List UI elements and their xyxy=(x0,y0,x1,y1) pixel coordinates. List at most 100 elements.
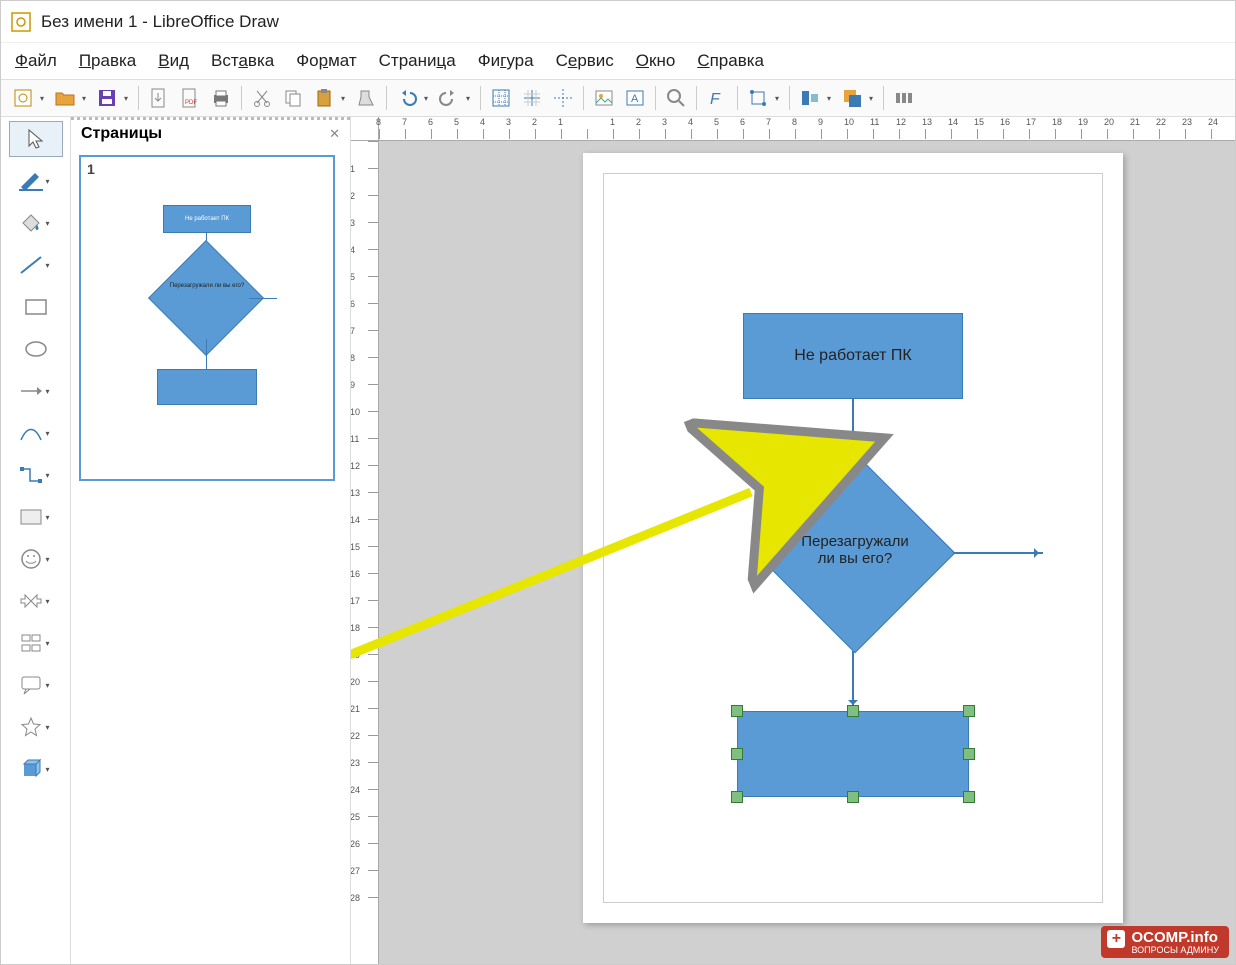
clone-format-button[interactable] xyxy=(352,84,380,112)
star-icon xyxy=(18,714,44,740)
distribute-button[interactable] xyxy=(890,84,918,112)
menu-window[interactable]: Окно xyxy=(636,51,676,71)
fill-color-tool[interactable]: ▾ xyxy=(9,205,63,241)
selection-handle[interactable] xyxy=(731,748,743,760)
flowchart-process-1[interactable]: Не работает ПК xyxy=(743,313,963,399)
transform-dropdown[interactable]: ▾ xyxy=(775,94,783,103)
insert-image-button[interactable] xyxy=(590,84,618,112)
flowchart-process-2-selected[interactable] xyxy=(737,711,969,797)
selection-handle[interactable] xyxy=(963,705,975,717)
align-button[interactable] xyxy=(796,84,824,112)
redo-button[interactable] xyxy=(435,84,463,112)
menu-edit[interactable]: Правка xyxy=(79,51,136,71)
export-pdf-button[interactable]: PDF xyxy=(176,84,204,112)
line-tool[interactable]: ▾ xyxy=(9,247,63,283)
fontwork-button[interactable]: F xyxy=(703,84,731,112)
smiley-icon xyxy=(18,546,44,572)
flowchart-decision[interactable]: Перезагружали ли вы его? xyxy=(755,453,955,653)
pages-panel-close[interactable]: ✕ xyxy=(329,126,340,142)
block-arrows-tool[interactable]: ▾ xyxy=(9,583,63,619)
open-dropdown[interactable]: ▾ xyxy=(82,94,90,103)
line-color-tool[interactable]: ▾ xyxy=(9,163,63,199)
undo-button[interactable] xyxy=(393,84,421,112)
symbol-shapes-tool[interactable]: ▾ xyxy=(9,541,63,577)
arrange-button[interactable] xyxy=(838,84,866,112)
menu-view[interactable]: Вид xyxy=(158,51,189,71)
thumb-shape-3 xyxy=(157,369,257,405)
new-dropdown[interactable]: ▾ xyxy=(40,94,48,103)
selection-handle[interactable] xyxy=(847,705,859,717)
selection-handle[interactable] xyxy=(963,791,975,803)
flowchart-tool[interactable]: ▾ xyxy=(9,625,63,661)
open-button[interactable] xyxy=(51,84,79,112)
thumb-shape-1: Не работает ПК xyxy=(163,205,251,233)
selection-handle[interactable] xyxy=(963,748,975,760)
select-tool[interactable] xyxy=(9,121,63,157)
bucket-icon xyxy=(18,210,44,236)
cube-icon xyxy=(18,756,44,782)
page-thumbnail[interactable]: 1 Не работает ПК Перезагружали ли вы его… xyxy=(79,155,335,481)
pages-panel: Страницы ✕ 1 Не работает ПК Перезагружал… xyxy=(71,117,351,964)
selection-handle[interactable] xyxy=(731,791,743,803)
transform-button[interactable] xyxy=(744,84,772,112)
basic-shapes-tool[interactable]: ▾ xyxy=(9,499,63,535)
connector-right[interactable] xyxy=(953,552,1043,554)
pages-panel-title: Страницы xyxy=(81,125,162,143)
guides-button[interactable] xyxy=(549,84,577,112)
rectangle-icon xyxy=(23,294,49,320)
save-button[interactable] xyxy=(93,84,121,112)
selection-handle[interactable] xyxy=(847,791,859,803)
menu-insert[interactable]: Вставка xyxy=(211,51,274,71)
connector-1[interactable] xyxy=(852,399,854,457)
copy-button[interactable] xyxy=(279,84,307,112)
svg-text:A: A xyxy=(631,93,639,105)
arrow-line-tool[interactable]: ▾ xyxy=(9,373,63,409)
new-button[interactable] xyxy=(9,84,37,112)
ellipse-tool[interactable] xyxy=(9,331,63,367)
print-button[interactable] xyxy=(207,84,235,112)
menu-shape[interactable]: Фигура xyxy=(478,51,534,71)
callout-tool[interactable]: ▾ xyxy=(9,667,63,703)
menu-format[interactable]: Формат xyxy=(296,51,356,71)
svg-text:PDF: PDF xyxy=(185,100,197,106)
save-dropdown[interactable]: ▾ xyxy=(124,94,132,103)
arrow-line-icon xyxy=(18,378,44,404)
canvas[interactable]: 8765432112345678910111213141516171819202… xyxy=(351,117,1235,964)
selection-handle[interactable] xyxy=(731,705,743,717)
callout-icon xyxy=(18,672,44,698)
grid-button[interactable] xyxy=(487,84,515,112)
export-button[interactable] xyxy=(145,84,173,112)
curve-tool[interactable]: ▾ xyxy=(9,415,63,451)
main-toolbar: ▾ ▾ ▾ PDF ▾ ▾ ▾ A F ▾ ▾ ▾ xyxy=(1,79,1235,117)
redo-dropdown[interactable]: ▾ xyxy=(466,94,474,103)
zoom-button[interactable] xyxy=(662,84,690,112)
menu-tools[interactable]: Сервис xyxy=(556,51,614,71)
ruler-vertical: 1234567891011121314151617181920212223242… xyxy=(351,141,379,964)
svg-text:F: F xyxy=(710,91,721,108)
connector-2[interactable] xyxy=(852,651,854,709)
titlebar: Без имени 1 - LibreOffice Draw xyxy=(1,1,1235,43)
rectangle-tool[interactable] xyxy=(9,289,63,325)
pen-icon xyxy=(18,168,44,194)
shape-text: Перезагружали ли вы его? xyxy=(755,533,955,567)
cut-button[interactable] xyxy=(248,84,276,112)
menu-help[interactable]: Справка xyxy=(697,51,764,71)
align-dropdown[interactable]: ▾ xyxy=(827,94,835,103)
connector-tool[interactable]: ▾ xyxy=(9,457,63,493)
paste-dropdown[interactable]: ▾ xyxy=(341,94,349,103)
menu-file[interactable]: Файл xyxy=(15,51,57,71)
line-icon xyxy=(18,252,44,278)
ellipse-icon xyxy=(23,336,49,362)
curve-icon xyxy=(18,420,44,446)
stars-tool[interactable]: ▾ xyxy=(9,709,63,745)
paste-button[interactable] xyxy=(310,84,338,112)
snap-grid-button[interactable] xyxy=(518,84,546,112)
menu-page[interactable]: Страница xyxy=(379,51,456,71)
3d-tool[interactable]: ▾ xyxy=(9,751,63,787)
undo-dropdown[interactable]: ▾ xyxy=(424,94,432,103)
arrange-dropdown[interactable]: ▾ xyxy=(869,94,877,103)
window-title: Без имени 1 - LibreOffice Draw xyxy=(41,12,279,32)
drawing-page[interactable]: Не работает ПК Перезагружали ли вы его? xyxy=(583,153,1123,923)
ruler-horizontal: 8765432112345678910111213141516171819202… xyxy=(379,117,1235,141)
insert-textbox-button[interactable]: A xyxy=(621,84,649,112)
